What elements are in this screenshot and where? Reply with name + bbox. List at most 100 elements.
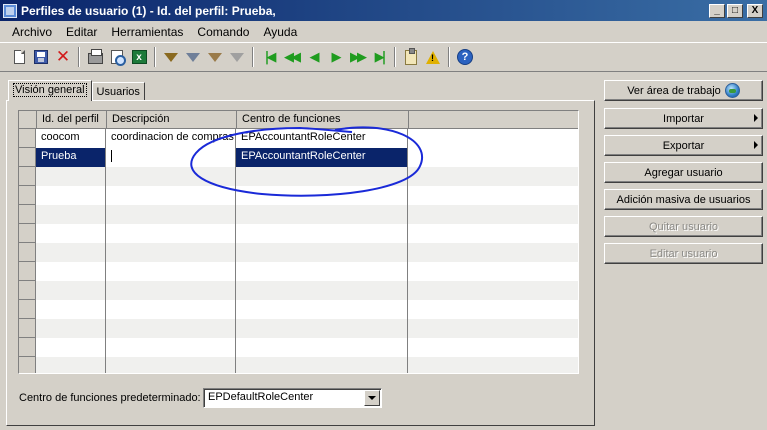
import-button[interactable]: Importar xyxy=(604,108,763,129)
empty-cell[interactable] xyxy=(236,243,408,262)
table-row-empty[interactable] xyxy=(19,224,578,243)
empty-cell[interactable] xyxy=(36,262,106,281)
cell-role-center[interactable]: EPAccountantRoleCenter xyxy=(236,129,408,148)
cell-profile-id[interactable]: Prueba xyxy=(36,148,106,167)
bulk-add-users-button[interactable]: Adición masiva de usuarios xyxy=(604,189,763,210)
empty-cell[interactable] xyxy=(36,319,106,338)
print-button[interactable] xyxy=(84,46,106,68)
table-row-empty[interactable] xyxy=(19,167,578,186)
empty-cell[interactable] xyxy=(236,338,408,357)
table-row-selected[interactable]: Prueba EPAccountantRoleCenter xyxy=(19,148,578,167)
empty-cell[interactable] xyxy=(106,262,236,281)
edit-user-button[interactable]: Editar usuario xyxy=(604,243,763,264)
default-role-center-combobox[interactable]: EPDefaultRoleCenter xyxy=(203,388,382,408)
empty-cell[interactable] xyxy=(236,300,408,319)
save-button[interactable] xyxy=(30,46,52,68)
empty-cell[interactable] xyxy=(36,300,106,319)
empty-cell[interactable] xyxy=(236,224,408,243)
column-header-description[interactable]: Descripción xyxy=(107,111,237,129)
empty-cell[interactable] xyxy=(36,205,106,224)
empty-cell[interactable] xyxy=(236,167,408,186)
menu-ayuda[interactable]: Ayuda xyxy=(256,25,304,39)
table-row-empty[interactable] xyxy=(19,357,578,373)
delete-button[interactable]: ✕ xyxy=(52,46,74,68)
export-excel-button[interactable]: x xyxy=(128,46,150,68)
tab-usuarios[interactable]: Usuarios xyxy=(91,82,145,101)
new-record-button[interactable] xyxy=(8,46,30,68)
empty-cell[interactable] xyxy=(236,186,408,205)
empty-cell[interactable] xyxy=(106,167,236,186)
row-selector[interactable] xyxy=(19,186,36,205)
row-selector[interactable] xyxy=(19,300,36,319)
cell-profile-id[interactable]: coocom xyxy=(36,129,106,148)
filter-by-field-button[interactable] xyxy=(204,46,226,68)
empty-cell[interactable] xyxy=(106,300,236,319)
document-handling-button[interactable] xyxy=(400,46,422,68)
title-bar[interactable]: Perfiles de usuario (1) - Id. del perfil… xyxy=(0,0,767,21)
empty-cell[interactable] xyxy=(236,319,408,338)
minimize-button[interactable]: _ xyxy=(709,3,725,18)
row-selector[interactable] xyxy=(19,281,36,300)
first-record-button[interactable]: |◀ xyxy=(258,46,280,68)
row-selector[interactable] xyxy=(19,129,36,148)
empty-cell[interactable] xyxy=(106,186,236,205)
table-row-empty[interactable] xyxy=(19,262,578,281)
menu-archivo[interactable]: Archivo xyxy=(5,25,59,39)
table-row-empty[interactable] xyxy=(19,281,578,300)
empty-cell[interactable] xyxy=(106,319,236,338)
table-row[interactable]: coocom coordinacion de compras EPAccount… xyxy=(19,129,578,148)
empty-cell[interactable] xyxy=(36,243,106,262)
empty-cell[interactable] xyxy=(106,357,236,373)
empty-cell[interactable] xyxy=(106,205,236,224)
next-page-button[interactable]: ▶▶ xyxy=(346,46,368,68)
row-selector[interactable] xyxy=(19,338,36,357)
table-row-empty[interactable] xyxy=(19,205,578,224)
menu-comando[interactable]: Comando xyxy=(190,25,256,39)
row-selector[interactable] xyxy=(19,224,36,243)
table-row-empty[interactable] xyxy=(19,300,578,319)
remove-user-button[interactable]: Quitar usuario xyxy=(604,216,763,237)
previous-page-button[interactable]: ◀◀ xyxy=(280,46,302,68)
cell-role-center[interactable]: EPAccountantRoleCenter xyxy=(236,148,408,167)
table-row-empty[interactable] xyxy=(19,338,578,357)
menu-editar[interactable]: Editar xyxy=(59,25,104,39)
view-workspace-button[interactable]: Ver área de trabajo xyxy=(604,80,763,101)
print-preview-button[interactable] xyxy=(106,46,128,68)
row-selector[interactable] xyxy=(19,148,36,167)
empty-cell[interactable] xyxy=(106,281,236,300)
column-header-profile-id[interactable]: Id. del perfil xyxy=(37,111,107,129)
menu-herramientas[interactable]: Herramientas xyxy=(104,25,190,39)
row-selector[interactable] xyxy=(19,262,36,281)
dropdown-arrow-icon[interactable] xyxy=(364,390,380,406)
next-record-button[interactable]: ▶ xyxy=(324,46,346,68)
empty-cell[interactable] xyxy=(36,281,106,300)
empty-cell[interactable] xyxy=(236,281,408,300)
cell-description[interactable]: coordinacion de compras xyxy=(106,129,236,148)
row-selector[interactable] xyxy=(19,319,36,338)
previous-record-button[interactable]: ◀ xyxy=(302,46,324,68)
empty-cell[interactable] xyxy=(36,338,106,357)
empty-cell[interactable] xyxy=(106,243,236,262)
empty-cell[interactable] xyxy=(236,262,408,281)
row-selector[interactable] xyxy=(19,357,36,373)
tab-vision-general[interactable]: Visión general xyxy=(8,80,92,101)
close-button[interactable]: X xyxy=(747,3,763,18)
export-button[interactable]: Exportar xyxy=(604,135,763,156)
advanced-filter-button[interactable] xyxy=(182,46,204,68)
empty-cell[interactable] xyxy=(106,338,236,357)
maximize-button[interactable]: □ xyxy=(727,3,743,18)
empty-cell[interactable] xyxy=(36,167,106,186)
remove-filter-button[interactable] xyxy=(226,46,248,68)
last-record-button[interactable]: ▶| xyxy=(368,46,390,68)
alerts-button[interactable] xyxy=(422,46,444,68)
table-row-empty[interactable] xyxy=(19,186,578,205)
empty-cell[interactable] xyxy=(36,357,106,373)
empty-cell[interactable] xyxy=(36,224,106,243)
empty-cell[interactable] xyxy=(236,205,408,224)
empty-cell[interactable] xyxy=(236,357,408,373)
table-row-empty[interactable] xyxy=(19,319,578,338)
filter-by-selection-button[interactable] xyxy=(160,46,182,68)
add-user-button[interactable]: Agregar usuario xyxy=(604,162,763,183)
empty-cell[interactable] xyxy=(36,186,106,205)
cell-description-editing[interactable] xyxy=(106,148,236,167)
